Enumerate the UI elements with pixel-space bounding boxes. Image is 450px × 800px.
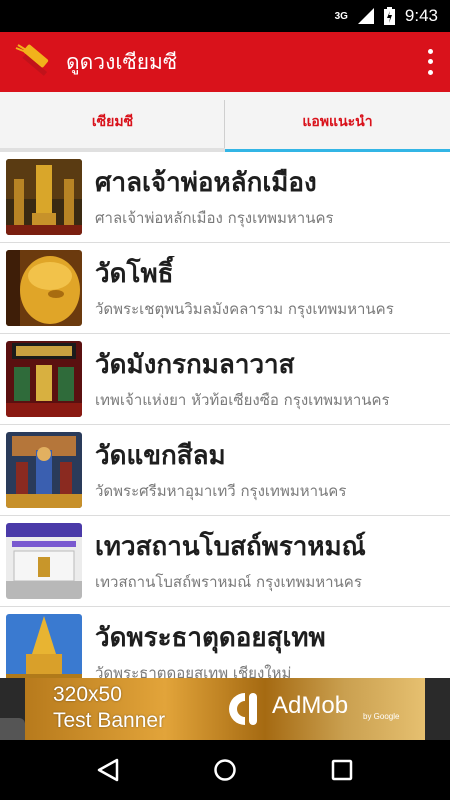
tab-siamsi[interactable]: เซียมซี (0, 92, 225, 152)
shrine-thumbnail (6, 523, 82, 599)
network-type: 3G (334, 10, 348, 22)
app-bar: ดูดวงเซียมซี (0, 32, 450, 92)
ad-brand: AdMob (272, 692, 349, 719)
overflow-menu-icon[interactable] (420, 46, 440, 78)
ad-left-tab (0, 718, 25, 740)
list-item-subtitle: วัดพระเชตุพนวิมลมังคลาราม กรุงเทพมหานคร (95, 300, 394, 318)
battery-icon (383, 7, 395, 25)
ad-banner[interactable]: 320x50 Test Banner AdMob by Google (0, 678, 450, 740)
ad-size-label: 320x50 (53, 683, 122, 706)
admob-logo-icon (229, 693, 257, 725)
signal-icon (357, 8, 374, 24)
list-item-title: วัดโพธิ์ (95, 259, 174, 289)
shrine-thumbnail (6, 341, 82, 417)
navigation-bar (0, 740, 450, 800)
list-item[interactable]: วัดแขกสีลม วัดพระศรีมหาอุมาเทวี กรุงเทพม… (0, 425, 450, 516)
tab-divider (224, 100, 225, 148)
shrine-thumbnail (6, 159, 82, 235)
tab-recommended-apps[interactable]: แอพแนะนำ (225, 92, 450, 152)
list-item[interactable]: วัดมังกรกมลาวาส เทพเจ้าแห่งยา หัวท้อเซีย… (0, 334, 450, 425)
list-item[interactable]: วัดโพธิ์ วัดพระเชตุพนวิมลมังคลาราม กรุงเ… (0, 243, 450, 334)
list-item-title: เทวสถานโบสถ์พราหมณ์ (95, 532, 366, 562)
shrine-list: ศาลเจ้าพ่อหลักเมือง ศาลเจ้าพ่อหลักเมือง … (0, 152, 450, 678)
list-item[interactable]: เทวสถานโบสถ์พราหมณ์ เทวสถานโบสถ์พราหมณ์ … (0, 516, 450, 607)
shrine-thumbnail (6, 432, 82, 508)
ad-text: 320x50 Test Banner (53, 682, 165, 734)
list-item-subtitle: วัดพระธาตุดอยสุเทพ เชียงใหม่ (95, 664, 292, 678)
home-icon[interactable] (205, 750, 245, 790)
app-title: ดูดวงเซียมซี (66, 49, 178, 74)
list-item-title: วัดพระธาตุดอยสุเทพ (95, 623, 326, 653)
list-item-subtitle: ศาลเจ้าพ่อหลักเมือง กรุงเทพมหานคร (95, 209, 334, 227)
clock: 9:43 (404, 6, 438, 25)
fortune-sticks-icon (12, 42, 52, 82)
list-item-subtitle: เทพเจ้าแห่งยา หัวท้อเซียงซือ กรุงเทพมหาน… (95, 391, 390, 409)
list-item-title: วัดมังกรกมลาวาส (95, 350, 295, 380)
list-item-title: วัดแขกสีลม (95, 441, 226, 471)
tab-bar: เซียมซี แอพแนะนำ (0, 92, 450, 152)
list-item-subtitle: วัดพระศรีมหาอุมาเทวี กรุงเทพมหานคร (95, 482, 347, 500)
list-item-title: ศาลเจ้าพ่อหลักเมือง (95, 168, 317, 198)
list-item[interactable]: ศาลเจ้าพ่อหลักเมือง ศาลเจ้าพ่อหลักเมือง … (0, 152, 450, 243)
list-item-subtitle: เทวสถานโบสถ์พราหมณ์ กรุงเทพมหานคร (95, 573, 362, 591)
list-item[interactable]: วัดพระธาตุดอยสุเทพ วัดพระธาตุดอยสุเทพ เช… (0, 607, 450, 678)
shrine-thumbnail (6, 250, 82, 326)
shrine-thumbnail (6, 614, 82, 678)
back-icon[interactable] (88, 750, 128, 790)
ad-banner-label: Test Banner (53, 709, 166, 732)
recents-icon[interactable] (322, 750, 362, 790)
status-bar: 3G 9:43 (0, 0, 450, 32)
ad-content[interactable]: 320x50 Test Banner AdMob by Google (25, 678, 425, 740)
ad-by-google: by Google (363, 712, 400, 721)
